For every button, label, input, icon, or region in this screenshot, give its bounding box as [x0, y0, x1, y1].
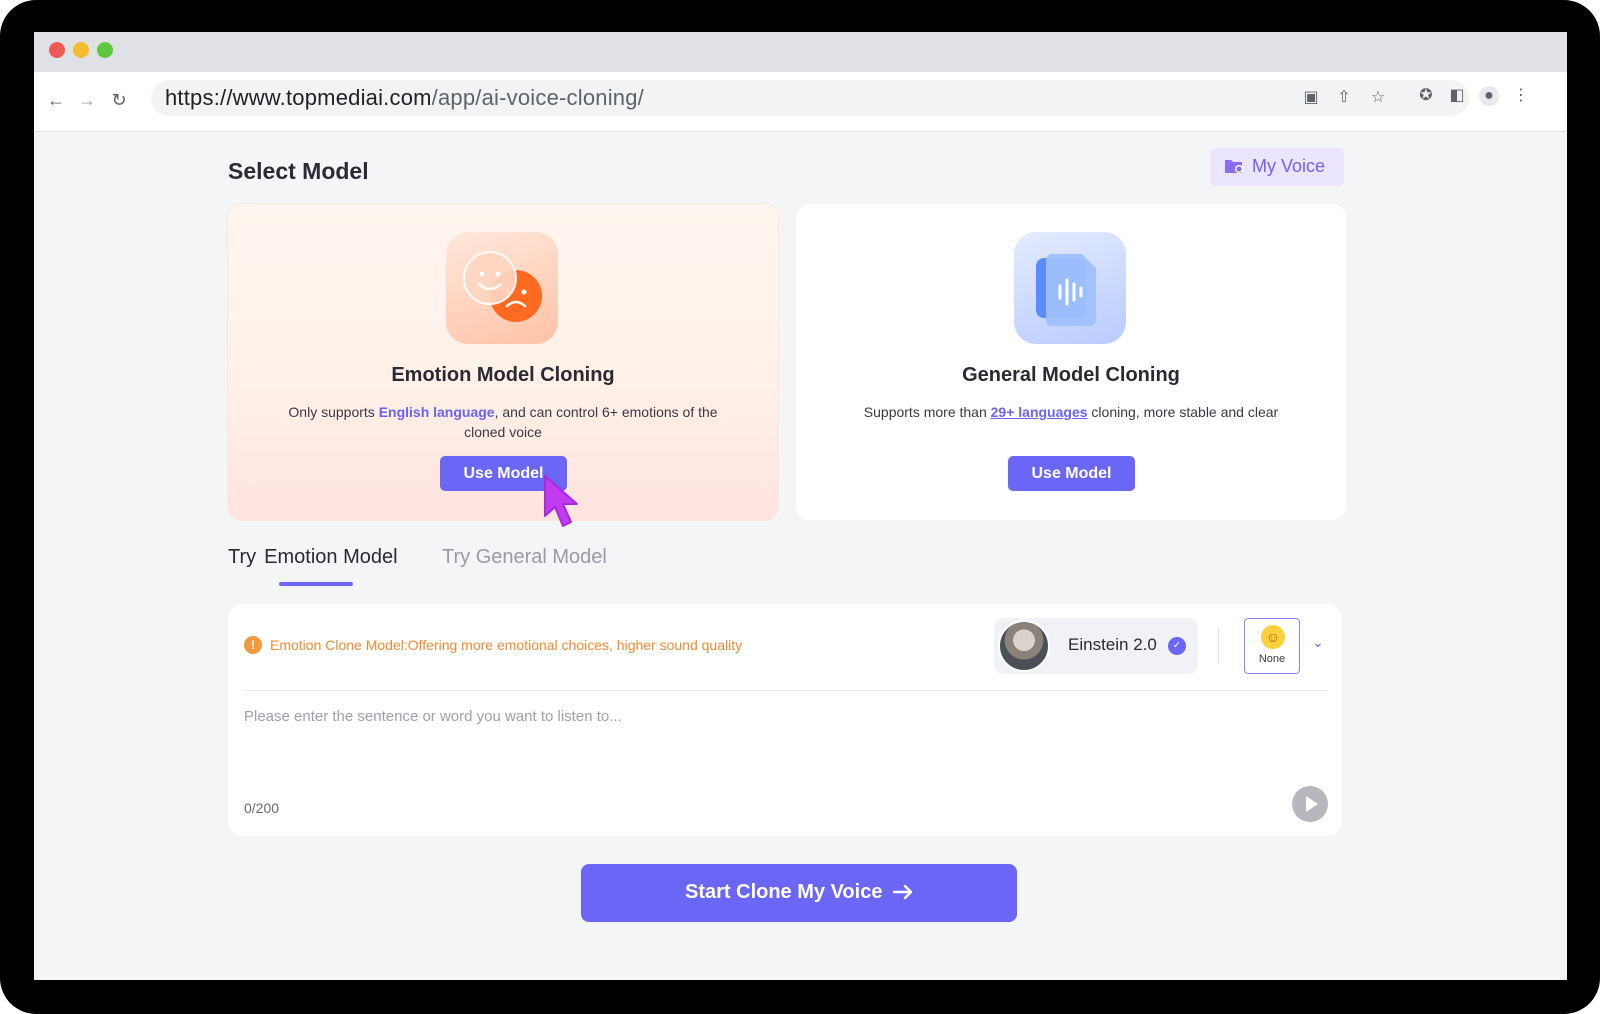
my-voice-label: My Voice: [1252, 156, 1326, 176]
share-icon[interactable]: ⇧: [1334, 88, 1354, 108]
start-clone-button[interactable]: Start Clone My Voice: [581, 864, 1017, 922]
emotion-model-card[interactable]: Emotion Model Cloning Only supports Engl…: [228, 204, 778, 520]
warning-icon: !: [244, 636, 262, 654]
chevron-down-circle-icon[interactable]: ✓: [1168, 637, 1186, 655]
english-language-link[interactable]: English language: [379, 404, 495, 420]
forward-arrow-icon[interactable]: →: [74, 87, 100, 113]
side-panel-icon[interactable]: ◧: [1447, 86, 1467, 106]
active-tab-indicator: [279, 582, 353, 586]
profile-avatar-icon[interactable]: ●: [1479, 86, 1499, 106]
voice-name: Einstein 2.0: [1068, 635, 1157, 654]
bookmark-star-icon[interactable]: ☆: [1368, 88, 1388, 108]
emotion-selector[interactable]: ☺ None: [1244, 618, 1300, 674]
emotion-desc-after: , and can control 6+ emotions of the clo…: [464, 404, 718, 440]
general-card-title: General Model Cloning: [962, 364, 1180, 386]
smiley-emoji-icon: ☺: [1261, 625, 1285, 649]
page-title: Select Model: [228, 158, 369, 184]
character-counter: 0/200: [244, 800, 280, 816]
menu-kebab-icon[interactable]: ⋮: [1511, 86, 1531, 106]
general-model-card[interactable]: General Model Cloning Supports more than…: [796, 204, 1346, 520]
url-path: /app/ai-voice-cloning/: [431, 85, 644, 110]
tab-try-emotion-model[interactable]: Try Emotion Model: [228, 546, 398, 569]
emotion-label: None: [1258, 653, 1286, 665]
device-frame: ← → ↻ https://www.topmediai.com/app/ai-v…: [0, 0, 1600, 1014]
mouse-cursor-icon: [544, 475, 578, 527]
tab-emotion-label: Emotion Model: [264, 546, 398, 568]
arrow-right-icon: [892, 884, 913, 900]
voice-file-icon: [1014, 232, 1126, 344]
clipboard-icon[interactable]: ▣: [1301, 88, 1321, 108]
vertical-divider: [1218, 628, 1219, 664]
url-text: https://www.topmediai.com/app/ai-voice-c…: [165, 85, 644, 111]
reload-icon[interactable]: ↻: [106, 87, 132, 113]
play-button[interactable]: [1292, 786, 1328, 822]
browser-window: ← → ↻ https://www.topmediai.com/app/ai-v…: [34, 32, 1567, 980]
start-clone-label: Start Clone My Voice: [685, 881, 883, 903]
emotion-model-notice: Emotion Clone Model:Offering more emotio…: [270, 637, 743, 653]
my-voice-button[interactable]: My Voice: [1210, 148, 1344, 186]
browser-toolbar: ← → ↻ https://www.topmediai.com/app/ai-v…: [34, 72, 1567, 132]
general-desc-after: cloning, more stable and clear: [1087, 404, 1279, 420]
voice-selector[interactable]: Einstein 2.0 ✓: [994, 618, 1198, 674]
emotion-card-title: Emotion Model Cloning: [391, 364, 615, 386]
address-bar[interactable]: https://www.topmediai.com/app/ai-voice-c…: [151, 80, 1469, 116]
emotion-card-description: Only supports English language, and can …: [288, 402, 718, 442]
chevron-down-icon[interactable]: ⌄: [1310, 634, 1326, 650]
languages-link[interactable]: 29+ languages: [991, 404, 1088, 420]
extensions-puzzle-icon[interactable]: ✪: [1416, 86, 1436, 106]
close-window-button[interactable]: [49, 42, 65, 58]
use-general-model-button[interactable]: Use Model: [1008, 456, 1135, 491]
minimize-window-button[interactable]: [73, 42, 89, 58]
maximize-window-button[interactable]: [97, 42, 113, 58]
tab-try-general-model[interactable]: Try General Model: [442, 546, 607, 569]
title-bar: [34, 32, 1567, 72]
url-main: https://www.topmediai.com: [165, 85, 432, 110]
voice-avatar: [998, 620, 1050, 672]
tab-try-prefix: Try: [228, 546, 257, 568]
general-desc-before: Supports more than: [863, 404, 991, 420]
try-model-panel: ! Emotion Clone Model:Offering more emot…: [228, 604, 1342, 836]
emotion-desc-before: Only supports: [288, 404, 379, 420]
general-card-description: Supports more than 29+ languages cloning…: [856, 402, 1286, 422]
back-arrow-icon[interactable]: ←: [43, 87, 69, 113]
sentence-input[interactable]: [244, 708, 1284, 788]
emotion-faces-icon: [446, 232, 558, 344]
folder-voice-icon: [1225, 160, 1243, 173]
horizontal-divider: [244, 690, 1328, 691]
